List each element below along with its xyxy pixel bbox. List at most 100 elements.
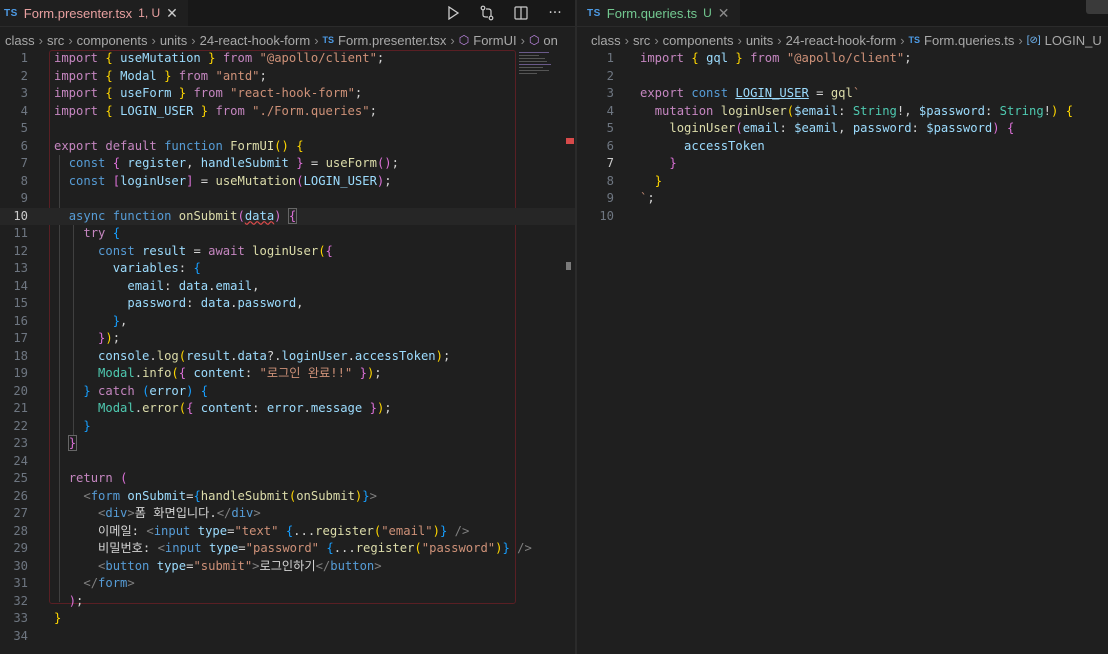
code-line: 11 try {: [13, 226, 121, 240]
breadcrumb-label: FormUI: [473, 32, 517, 48]
code-line: 10: [599, 208, 614, 223]
code-line: 18 console.log(result.data?.loginUser.ac…: [13, 348, 451, 363]
breadcrumb[interactable]: class › src › components › units › 24-react-hook…: [577, 30, 1108, 50]
right-editor-pane[interactable]: TS Form.queries.ts U ✕ class › src › compone…: [577, 0, 1108, 654]
scrollbar-thumb[interactable]: [566, 262, 571, 270]
breadcrumb-label: src: [46, 32, 65, 48]
function-symbol-icon: ⬡: [528, 33, 540, 47]
code-line: 23 }: [13, 435, 78, 451]
code-line: 12 const result = await loginUser({: [13, 243, 333, 258]
code-line: 30 <button type="submit">로그인하기</button>: [13, 558, 382, 573]
code-line: 33}: [13, 611, 62, 625]
code-line: 5 loginUser(email: $eamil, password: $pa…: [606, 121, 1015, 135]
code-line: 22 }: [13, 418, 91, 433]
breadcrumb-chevron-icon: ›: [68, 32, 73, 48]
close-tab-icon[interactable]: ✕: [166, 5, 178, 22]
code-line: 3 export const LOGIN_USER = gql`: [606, 86, 861, 100]
code-line: 25 return (: [13, 471, 128, 485]
code-line: 16 },: [13, 313, 128, 328]
editor-actions: ···: [443, 0, 565, 26]
code-line: 4 mutation loginUser($email: String!, $p…: [606, 103, 1074, 118]
breadcrumb-label: class: [591, 32, 621, 48]
breadcrumb-item[interactable]: components: [77, 33, 148, 48]
left-editor-pane[interactable]: TS Form.presenter.tsx 1, U ✕ ··· class › s…: [0, 0, 575, 654]
code-line: 5: [20, 121, 28, 135]
breadcrumb-label: src: [632, 32, 651, 48]
breadcrumb-chevron-icon: ›: [777, 32, 782, 48]
breadcrumb-item[interactable]: 24-react-hook-form: [200, 33, 311, 48]
tab-filename: Form.presenter.tsx: [23, 5, 133, 21]
breadcrumb-item[interactable]: class: [5, 33, 35, 48]
function-symbol-icon: ⬡: [458, 33, 470, 47]
compare-changes-icon[interactable]: [477, 3, 497, 23]
tab-filename: Form.queries.ts: [606, 5, 698, 21]
breadcrumb-label: 24-react-hook-form: [785, 32, 897, 48]
code-line: 32 );: [13, 593, 84, 608]
code-line: 7 }: [606, 156, 677, 170]
code-line: 6 export default function FormUI() {: [20, 138, 304, 153]
minimap[interactable]: [519, 50, 569, 90]
breadcrumb-item[interactable]: ⬡ on: [529, 33, 558, 48]
code-line: 15 password: data.password,: [13, 296, 304, 310]
breadcrumb-chevron-icon: ›: [38, 32, 43, 48]
breadcrumb-label: Form.presenter.tsx: [338, 32, 447, 48]
breadcrumb-item[interactable]: class: [591, 33, 621, 48]
breadcrumb-item[interactable]: units: [160, 33, 187, 48]
tab-status: U: [703, 6, 712, 20]
code-line: 1 import { useMutation } from "@apollo/cl…: [20, 51, 385, 65]
code-line: 4 import { LOGIN_USER } from "./Form.quer…: [20, 103, 377, 118]
code-line: 8 const [loginUser] = useMutation(LOGIN_…: [20, 173, 392, 188]
code-line: 34: [13, 628, 28, 643]
breadcrumb[interactable]: class › src › components › units › 24-react-hook…: [0, 30, 575, 50]
code-line: 27 <div>폼 화면입니다.</div>: [13, 506, 261, 520]
left-tab-bar: TS Form.presenter.tsx 1, U ✕ ···: [0, 0, 575, 27]
code-line: 21 Modal.error({ content: error.message …: [13, 401, 392, 415]
code-line: 1 import { gql } from "@apollo/client";: [606, 51, 912, 65]
breadcrumb-item[interactable]: [⊘] LOGIN_U: [1027, 33, 1102, 48]
breadcrumb-label: 24-react-hook-form: [199, 32, 311, 48]
code-line: 13 variables: {: [13, 261, 201, 275]
tab-form-queries[interactable]: TS Form.queries.ts U ✕: [577, 0, 740, 26]
breadcrumb-chevron-icon: ›: [520, 32, 525, 48]
close-tab-icon[interactable]: ✕: [718, 5, 730, 22]
tab-form-presenter[interactable]: TS Form.presenter.tsx 1, U ✕: [0, 0, 188, 26]
breadcrumb-item[interactable]: units: [746, 33, 773, 48]
code-line: 2 import { Modal } from "antd";: [20, 68, 267, 83]
breadcrumb-chevron-icon: ›: [1018, 32, 1023, 48]
code-editor[interactable]: 1 import { gql } from "@apollo/client"; 2…: [577, 50, 1108, 225]
breadcrumb-item[interactable]: 24-react-hook-form: [786, 33, 897, 48]
breadcrumb-label: class: [5, 32, 35, 48]
breadcrumb-item[interactable]: TS Form.queries.ts: [909, 33, 1015, 48]
code-line: 19 Modal.info({ content: "로그인 완료!!" });: [13, 366, 382, 380]
breadcrumb-chevron-icon: ›: [737, 32, 742, 48]
breadcrumb-item[interactable]: src: [633, 33, 650, 48]
breadcrumb-label: components: [662, 32, 734, 48]
breadcrumb-chevron-icon: ›: [624, 32, 629, 48]
code-line: 26 <form onSubmit={handleSubmit(onSubmit…: [13, 488, 377, 503]
code-line: 14 email: data.email,: [13, 278, 260, 293]
code-line: 24: [13, 453, 28, 468]
breadcrumb-label: LOGIN_U: [1044, 32, 1102, 48]
right-tab-bar: TS Form.queries.ts U ✕: [577, 0, 1108, 27]
code-line: 3 import { useForm } from "react-hook-for…: [20, 86, 363, 100]
breadcrumb-item[interactable]: ⬡ FormUI: [459, 33, 517, 48]
run-icon[interactable]: [443, 3, 463, 23]
split-editor-icon[interactable]: [511, 3, 531, 23]
breadcrumb-chevron-icon: ›: [191, 32, 196, 48]
code-line: 8 }: [606, 173, 663, 188]
code-line: 10 async function onSubmit(data) {: [0, 207, 575, 225]
breadcrumb-label: on: [543, 32, 558, 48]
breadcrumb-item[interactable]: src: [47, 33, 64, 48]
code-line: 29 비밀번호: <input type="password" {...regi…: [13, 541, 532, 555]
breadcrumb-item[interactable]: components: [663, 33, 734, 48]
code-line: 7 const { register, handleSubmit } = use…: [20, 156, 399, 170]
panel-edge: [1086, 0, 1108, 14]
breadcrumb-chevron-icon: ›: [314, 32, 319, 48]
typescript-icon: TS: [587, 7, 601, 19]
code-line: 31 </form>: [13, 576, 135, 590]
code-editor[interactable]: 1 import { useMutation } from "@apollo/cl…: [0, 50, 575, 645]
more-actions-icon[interactable]: ···: [545, 3, 565, 23]
breadcrumb-label: components: [76, 32, 148, 48]
breadcrumb-item[interactable]: TS Form.presenter.tsx: [323, 33, 447, 48]
code-line: 17 });: [13, 331, 121, 345]
